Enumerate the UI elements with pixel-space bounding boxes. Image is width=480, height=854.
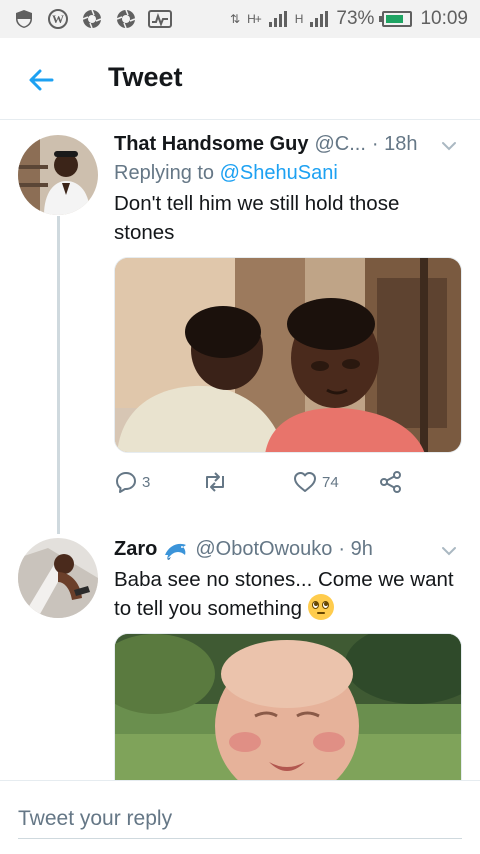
avatar[interactable]: [18, 135, 98, 215]
tweet-image[interactable]: [114, 257, 462, 453]
reply-button[interactable]: 3: [114, 470, 202, 494]
svg-text:W: W: [52, 12, 64, 26]
tweet-content: That Handsome Guy @C... · 18h Replying t…: [114, 133, 462, 497]
signal-bars-icon: [268, 11, 287, 27]
page-title: Tweet: [108, 62, 183, 92]
data-transfer-icon: ⇅: [230, 12, 240, 26]
notification-icons: W: [12, 7, 172, 31]
reply-composer: [0, 780, 480, 854]
arrow-left-icon[interactable]: [26, 64, 58, 96]
retweet-icon: [206, 472, 224, 492]
share-button[interactable]: [378, 470, 404, 494]
like-count: 74: [322, 473, 339, 491]
retweet-button[interactable]: [202, 470, 292, 494]
tweet-text-wrap: Baba see no stones... Come we want to te…: [114, 565, 462, 623]
reply-count: 3: [142, 473, 151, 491]
camera-aperture-icon: [114, 7, 138, 31]
reply-icon: [116, 472, 136, 493]
author-name[interactable]: That Handsome Guy: [114, 133, 308, 156]
tweet-time: · 18h: [371, 133, 418, 155]
replying-to-label: Replying to: [114, 162, 220, 184]
top-app-bar: Tweet: [0, 38, 480, 120]
chevron-down-icon[interactable]: [440, 137, 458, 155]
shield-icon: [12, 7, 36, 31]
status-bar: W ⇅ H+ H 73% 10:09: [0, 0, 480, 38]
chevron-down-icon[interactable]: [440, 542, 458, 560]
tweet-content: Zaro @ObotOwouko · 9h Baba see no stones…: [114, 538, 462, 793]
author-name[interactable]: Zaro: [114, 538, 157, 561]
battery-percent: 73%: [336, 8, 375, 29]
like-button[interactable]: 74: [292, 470, 378, 494]
clock: 10:09: [420, 8, 468, 29]
tweet-header: That Handsome Guy @C... · 18h: [114, 133, 462, 156]
heart-icon: [294, 472, 316, 492]
signal-bars-icon: [310, 11, 329, 27]
tweet-actions: 3 74: [114, 467, 462, 497]
tweet-text: Baba see no stones... Come we want to te…: [114, 568, 454, 620]
tweet-time: · 9h: [338, 538, 373, 560]
author-handle[interactable]: @ObotOwouko: [195, 538, 332, 561]
dolphin-icon: [165, 543, 187, 560]
system-indicators: ⇅ H+ H 73% 10:09: [230, 8, 468, 30]
face-with-rolling-eyes-icon: [308, 594, 335, 620]
camera-aperture-icon: [80, 7, 104, 31]
author-handle[interactable]: @C...: [314, 133, 365, 156]
wordpress-icon: W: [46, 7, 70, 31]
tweet-image[interactable]: [114, 633, 462, 793]
tweet-item[interactable]: That Handsome Guy @C... · 18h Replying t…: [0, 121, 480, 536]
replying-to: Replying to @ShehuSani: [114, 162, 462, 185]
reply-input[interactable]: [18, 799, 462, 839]
tweet-header: Zaro @ObotOwouko · 9h: [114, 538, 462, 561]
tweet-item[interactable]: Zaro @ObotOwouko · 9h Baba see no stones…: [0, 528, 480, 793]
avatar[interactable]: [18, 538, 98, 618]
activity-chart-icon: [148, 7, 172, 31]
tweet-text: Don't tell him we still hold those stone…: [114, 192, 400, 244]
signal-label-1: H+: [247, 12, 262, 26]
replying-to-handle[interactable]: @ShehuSani: [220, 162, 338, 184]
signal-label-2: H: [294, 12, 304, 26]
battery-icon: [379, 11, 413, 27]
share-icon: [380, 471, 401, 493]
